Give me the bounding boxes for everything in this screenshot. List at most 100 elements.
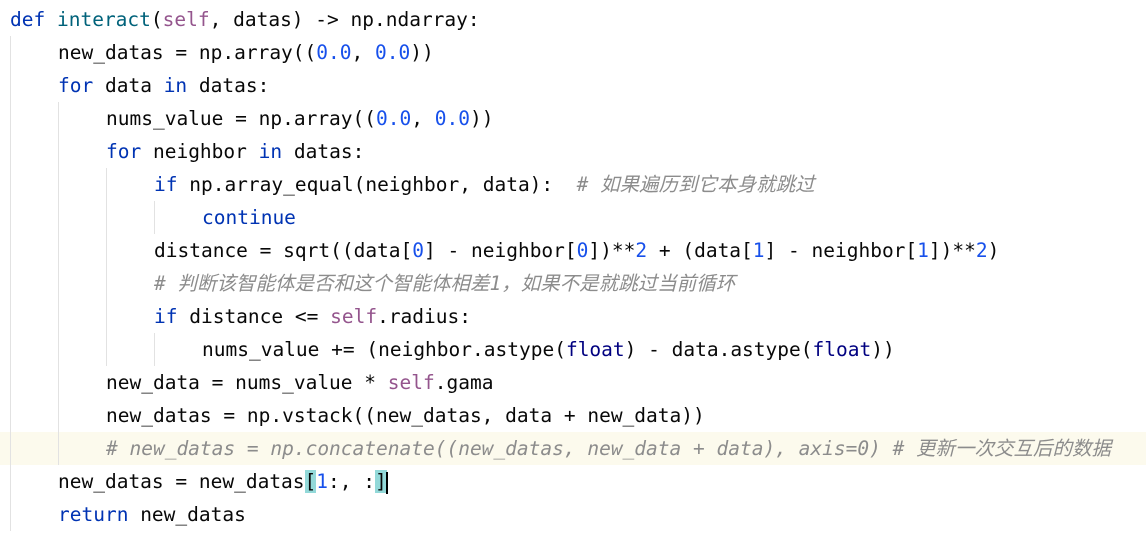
- indent-guide: [106, 168, 107, 201]
- code-token: + (data[: [647, 239, 753, 262]
- code-token: 0.0: [434, 107, 470, 130]
- code-token: ] - neighbor[: [764, 239, 918, 262]
- code-line[interactable]: def interact(self, datas) -> np.ndarray:: [0, 3, 1146, 36]
- indent-guide: [10, 267, 11, 300]
- code-text: if distance <= self.radius:: [154, 300, 471, 333]
- code-token: )): [871, 338, 895, 361]
- indent-guide: [58, 333, 59, 366]
- indent-guide: [106, 267, 107, 300]
- code-line[interactable]: # new_datas = np.concatenate((new_datas,…: [0, 432, 1146, 465]
- text-caret: [385, 471, 388, 494]
- code-text: if np.array_equal(neighbor, data): # 如果遍…: [154, 168, 815, 201]
- indent-guide: [10, 168, 11, 201]
- code-token: datas:: [187, 74, 270, 97]
- code-token: 0.0: [375, 41, 411, 64]
- code-token: 2: [635, 239, 648, 262]
- indent-guide: [10, 135, 11, 168]
- code-token: # 判断该智能体是否和这个智能体相差1，如果不是就跳过当前循环: [154, 272, 736, 295]
- indent-guide: [10, 102, 11, 135]
- code-line[interactable]: new_datas = np.vstack((new_datas, data +…: [0, 399, 1146, 432]
- code-token: 0.0: [316, 41, 352, 64]
- code-token: continue: [202, 206, 296, 229]
- code-text: new_datas = np.array((0.0, 0.0)): [58, 36, 434, 69]
- indent-guide: [154, 333, 155, 366]
- code-token: self: [330, 305, 378, 328]
- indent-guide: [10, 432, 11, 465]
- code-line[interactable]: if np.array_equal(neighbor, data): # 如果遍…: [0, 168, 1146, 201]
- indent-guide: [58, 168, 59, 201]
- code-text: for data in datas:: [58, 69, 269, 102]
- code-token: in: [258, 140, 283, 163]
- code-editor[interactable]: def interact(self, datas) -> np.ndarray:…: [0, 0, 1146, 534]
- indent-guide: [106, 300, 107, 333]
- code-token: ])**: [588, 239, 636, 262]
- indent-guide: [10, 399, 11, 432]
- code-token: # 如果遍历到它本身就跳过: [576, 173, 815, 196]
- code-token: ) - data.astype(: [624, 338, 813, 361]
- code-token: ): [987, 239, 1000, 262]
- code-token: np.array_equal(neighbor, data):: [177, 173, 577, 196]
- code-token: float: [565, 338, 625, 361]
- code-text: distance = sqrt((data[0] - neighbor[0])*…: [154, 234, 999, 267]
- code-line[interactable]: new_datas = new_datas[1:, :]: [0, 465, 1146, 498]
- code-line[interactable]: distance = sqrt((data[0] - neighbor[0])*…: [0, 234, 1146, 267]
- code-token: for: [58, 74, 94, 97]
- indent-guide: [10, 69, 11, 102]
- code-text: def interact(self, datas) -> np.ndarray:: [10, 3, 480, 36]
- code-token: (: [150, 8, 163, 31]
- code-token: new_datas = np.array((: [58, 41, 317, 64]
- code-token: if: [154, 173, 178, 196]
- code-token: float: [812, 338, 872, 361]
- code-token: return: [58, 503, 129, 526]
- code-token: ] - neighbor[: [424, 239, 577, 262]
- indent-guide: [10, 36, 11, 69]
- code-text: new_data = nums_value * self.gama: [106, 366, 493, 399]
- indent-guide: [58, 432, 59, 465]
- code-token: data: [93, 74, 164, 97]
- code-token: , datas) -> np.ndarray:: [209, 8, 480, 31]
- indent-guide: [106, 333, 107, 366]
- code-token: )): [410, 41, 434, 64]
- code-token: ])**: [928, 239, 976, 262]
- code-text: new_datas = new_datas[1:, :]: [58, 465, 388, 498]
- code-text: return new_datas: [58, 498, 246, 531]
- code-token: .radius:: [377, 305, 471, 328]
- code-text: continue: [202, 201, 296, 234]
- code-token: self: [387, 371, 435, 394]
- code-token: self: [162, 8, 210, 31]
- code-token: nums_value = np.array((: [106, 107, 377, 130]
- code-line[interactable]: return new_datas: [0, 498, 1146, 531]
- code-line[interactable]: nums_value = np.array((0.0, 0.0)): [0, 102, 1146, 135]
- indent-guide: [58, 300, 59, 333]
- code-token: )): [469, 107, 494, 130]
- code-line[interactable]: # 判断该智能体是否和这个智能体相差1，如果不是就跳过当前循环: [0, 267, 1146, 300]
- code-line[interactable]: for neighbor in datas:: [0, 135, 1146, 168]
- indent-guide: [58, 201, 59, 234]
- indent-guide: [10, 333, 11, 366]
- indent-guide: [58, 234, 59, 267]
- code-line[interactable]: new_data = nums_value * self.gama: [0, 366, 1146, 399]
- indent-guide: [58, 135, 59, 168]
- indent-guide: [10, 300, 11, 333]
- code-token: ,: [351, 41, 375, 64]
- code-token: interact: [56, 8, 151, 31]
- code-token: new_data = nums_value *: [106, 371, 388, 394]
- code-line[interactable]: nums_value += (neighbor.astype(float) - …: [0, 333, 1146, 366]
- code-token: new_datas = new_datas: [58, 470, 305, 493]
- indent-guide: [58, 267, 59, 300]
- code-line[interactable]: for data in datas:: [0, 69, 1146, 102]
- code-token: 0: [412, 239, 425, 262]
- code-line[interactable]: if distance <= self.radius:: [0, 300, 1146, 333]
- code-token: 1: [752, 239, 765, 262]
- indent-guide: [106, 234, 107, 267]
- code-token: distance <=: [177, 305, 331, 328]
- code-token: 1: [316, 470, 329, 493]
- code-token: in: [163, 74, 188, 97]
- indent-guide: [10, 234, 11, 267]
- code-line[interactable]: continue: [0, 201, 1146, 234]
- code-token: new_datas: [128, 503, 246, 526]
- code-text: for neighbor in datas:: [106, 135, 364, 168]
- code-text: # new_datas = np.concatenate((new_datas,…: [106, 432, 1111, 465]
- code-line[interactable]: new_datas = np.array((0.0, 0.0)): [0, 36, 1146, 69]
